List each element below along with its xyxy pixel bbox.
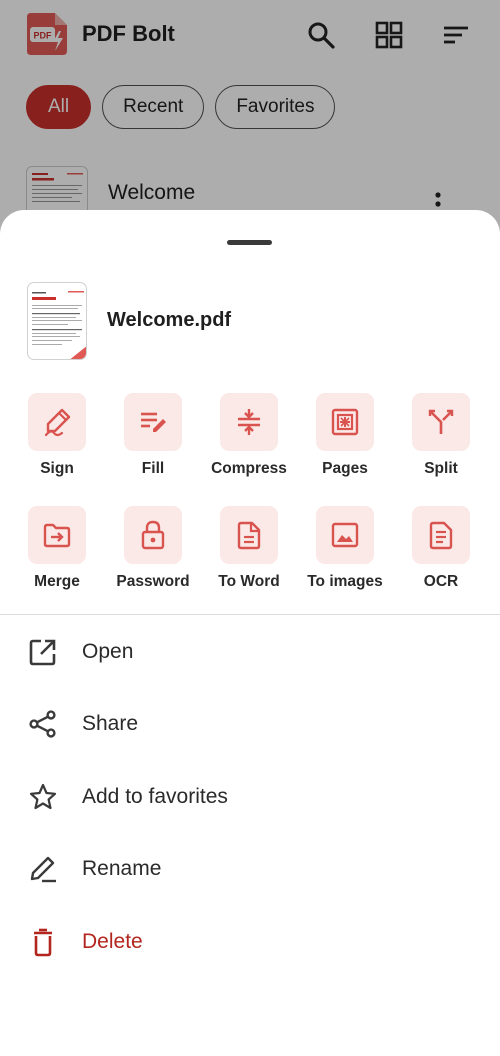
pages-tool-tile[interactable] [316,393,374,451]
ocr-tool-tile[interactable] [412,506,470,564]
open-external-icon [29,639,56,666]
merge-tool-tile[interactable] [28,506,86,564]
tool-label: Split [424,460,458,477]
password-tool-tile[interactable] [124,506,182,564]
tool-label: Pages [322,460,368,477]
tool-password[interactable]: Password [105,506,201,601]
tool-pages[interactable]: Pages [297,393,393,488]
tool-label: Compress [211,460,287,477]
tool-label: Sign [40,460,74,477]
fill-tool-tile[interactable] [124,393,182,451]
sign-icon [44,408,71,437]
tool-label: To images [307,573,383,590]
tool-merge[interactable]: Merge [9,506,105,601]
tool-label: Password [116,573,190,590]
menu-item-label: Share [82,712,139,735]
menu-item-share[interactable]: Share [0,692,500,756]
tool-fill[interactable]: Fill [105,393,201,488]
document-icon [237,521,261,550]
split-tool-tile[interactable] [412,393,470,451]
drag-handle[interactable] [227,240,272,245]
trash-icon [34,928,52,957]
menu-item-label: Rename [82,857,162,880]
rename-icon [30,856,56,883]
compress-icon [238,409,260,435]
merge-icon [43,523,71,548]
ocr-icon [429,521,453,550]
tool-to-images[interactable]: To images [297,506,393,601]
image-icon [331,522,359,548]
tool-label: OCR [423,573,459,590]
tool-label: To Word [218,573,280,590]
sign-tool-tile[interactable] [28,393,86,451]
tool-split[interactable]: Split [393,393,489,488]
file-actions-bottom-sheet: Welcome.pdf Sign Fill Compress Pages Spl… [0,210,500,1056]
sheet-file-thumbnail [27,282,87,360]
compress-tool-tile[interactable] [220,393,278,451]
divider [0,614,500,615]
menu-item-label: Delete [82,930,143,953]
to-word-tool-tile[interactable] [220,506,278,564]
tool-sign[interactable]: Sign [9,393,105,488]
lock-icon [141,520,165,550]
menu-item-label: Open [82,640,134,663]
menu-item-add-to-favorites[interactable]: Add to favorites [0,765,500,829]
star-icon [29,783,57,810]
menu-item-open[interactable]: Open [0,620,500,684]
pages-icon [331,408,359,436]
menu-item-rename[interactable]: Rename [0,837,500,901]
share-icon [29,710,56,738]
tool-label: Fill [141,460,165,477]
to-images-tool-tile[interactable] [316,506,374,564]
fill-icon [141,412,166,432]
tool-to-word[interactable]: To Word [201,506,297,601]
tool-compress[interactable]: Compress [201,393,297,488]
split-icon [428,409,454,434]
tool-ocr[interactable]: OCR [393,506,489,601]
menu-item-delete[interactable]: Delete [0,910,500,974]
tool-label: Merge [34,573,80,590]
menu-item-label: Add to favorites [82,785,228,808]
sheet-file-name: Welcome.pdf [107,309,232,331]
